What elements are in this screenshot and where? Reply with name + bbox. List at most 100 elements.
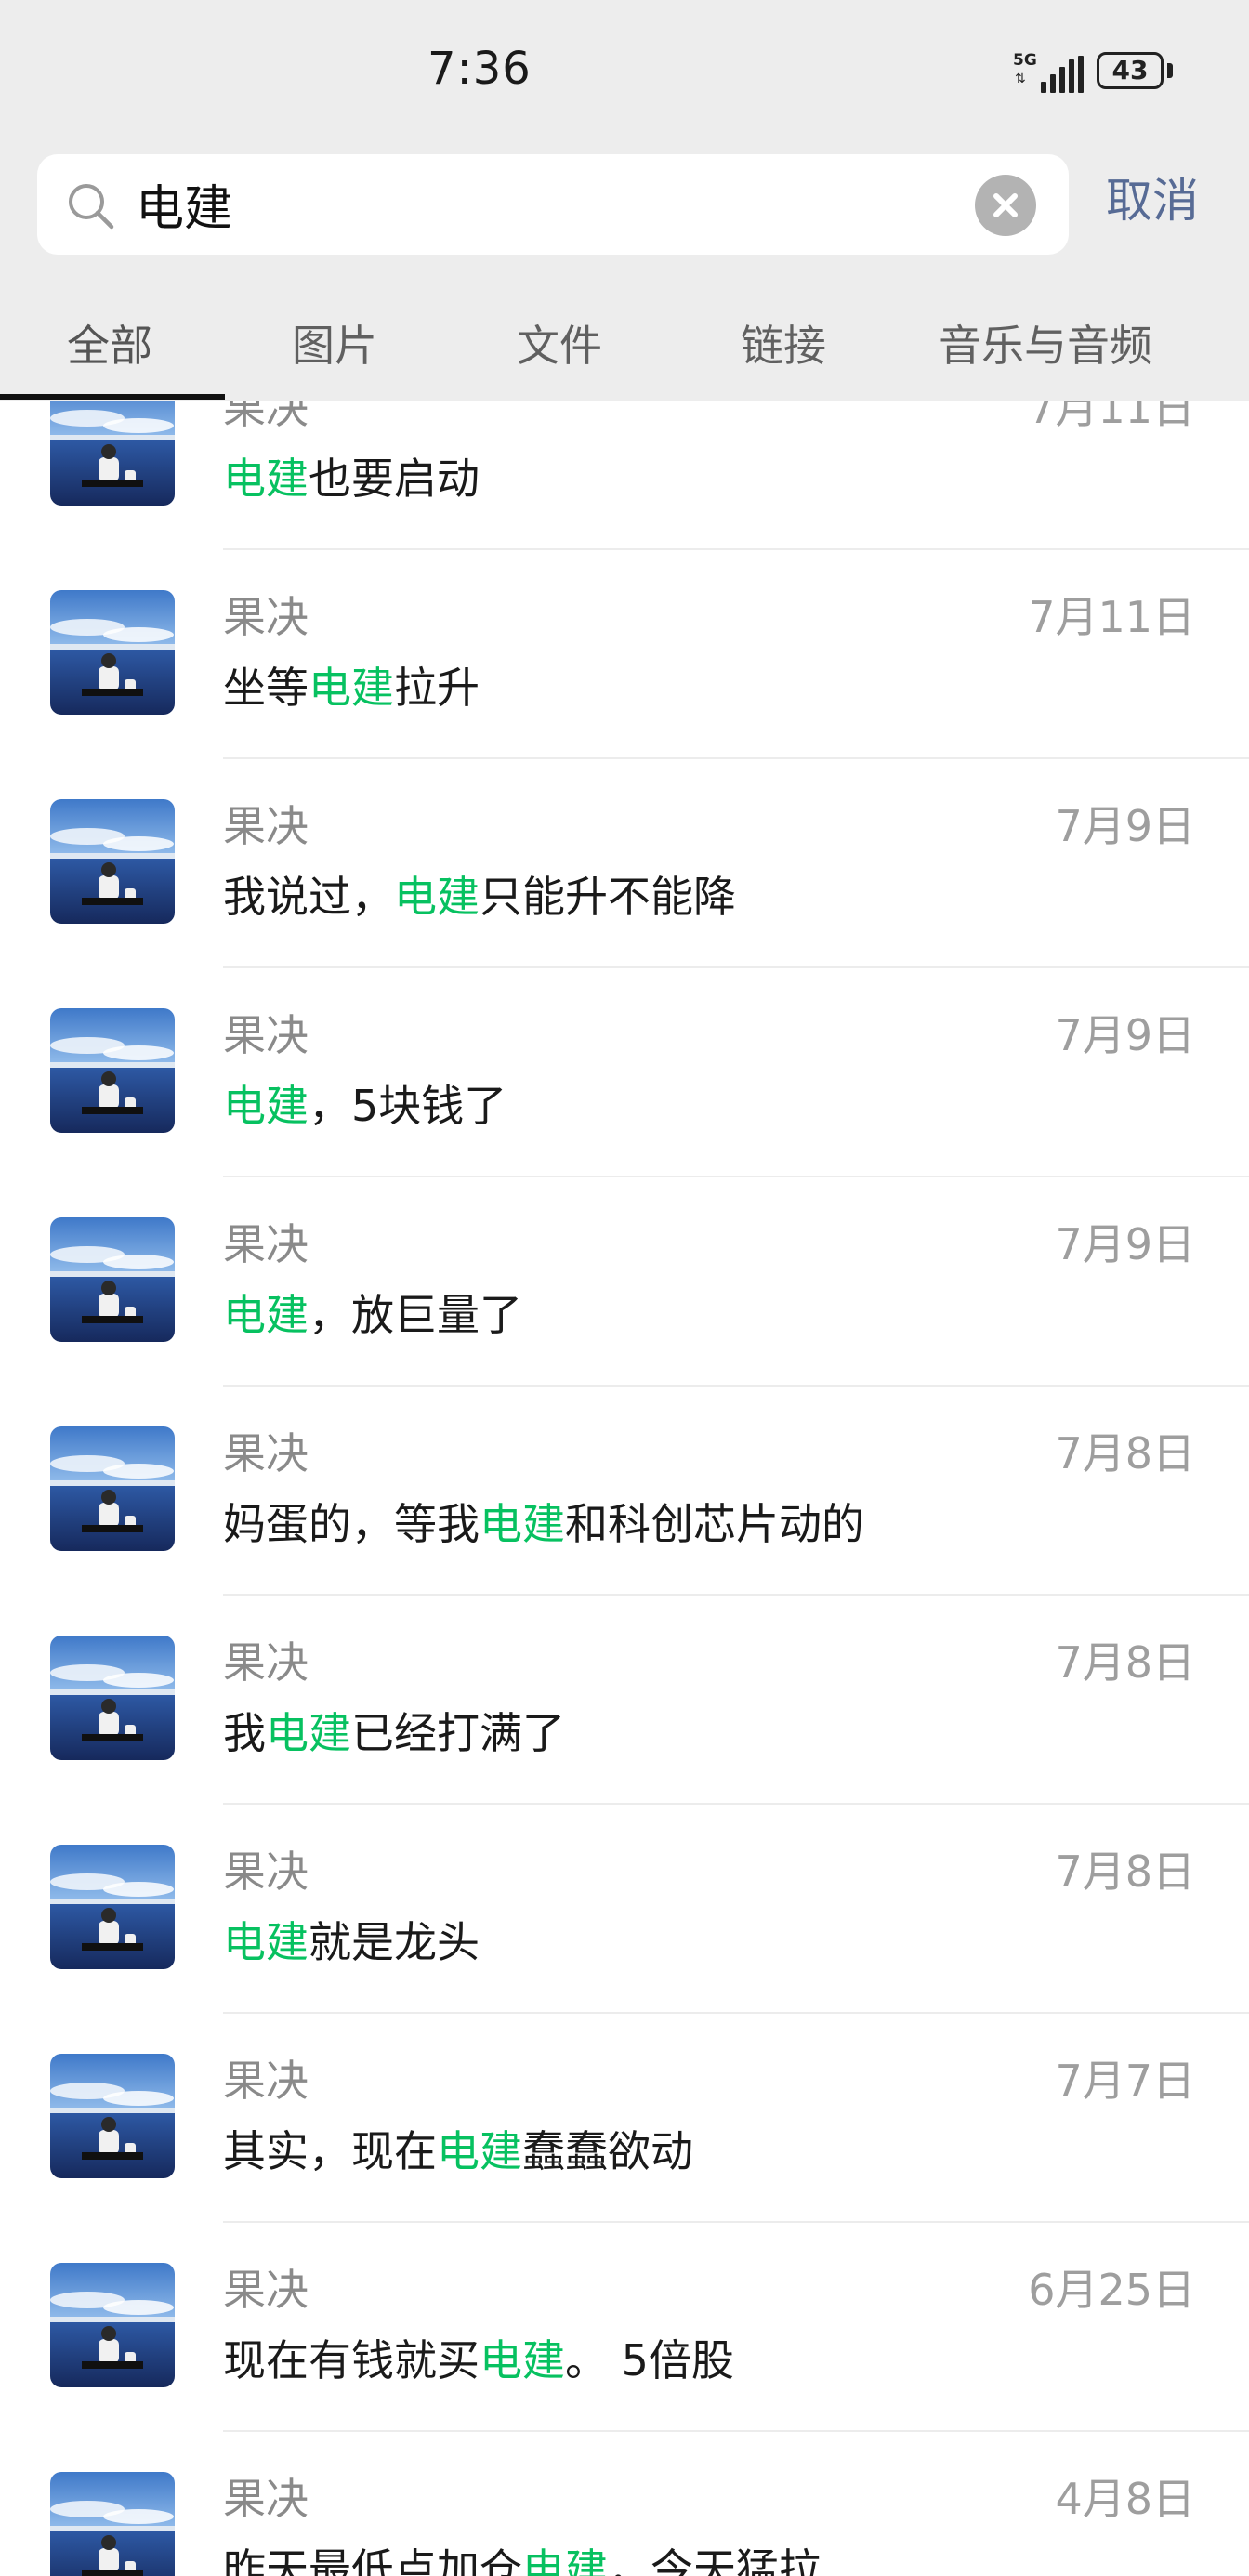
signal-indicator: 5G ⇅ [1013, 52, 1084, 93]
avatar [50, 799, 175, 924]
sender-name: 果决 [223, 1219, 309, 1269]
sender-name: 果决 [223, 2056, 309, 2106]
keyword-highlight: 电建 [266, 1708, 351, 1758]
sender-name: 果决 [223, 801, 309, 851]
result-row[interactable]: 果决 7月9日电建，5块钱了 [0, 968, 1249, 1177]
result-row[interactable]: 果决 7月9日 我说过，电建只能升不能降 [0, 759, 1249, 968]
tab-images[interactable]: 图片 [292, 312, 377, 374]
keyword-highlight: 电建 [394, 872, 480, 922]
tab-links[interactable]: 链接 [741, 312, 826, 374]
avatar [50, 1217, 175, 1342]
data-arrows-icon: ⇅ [1015, 72, 1026, 86]
message-fragment: 我说过， [223, 872, 394, 922]
keyword-highlight: 电建 [223, 1917, 309, 1967]
sender-name: 果决 [223, 1847, 309, 1897]
sender-name: 果决 [223, 2474, 309, 2524]
search-box[interactable] [37, 154, 1069, 255]
result-row[interactable]: 果决 7月8日电建就是龙头 [0, 1805, 1249, 2014]
sender-name: 果决 [223, 1428, 309, 1479]
avatar [50, 1008, 175, 1133]
message-fragment: 坐等 [223, 663, 309, 713]
message-date: 7月9日 [1055, 1219, 1195, 1269]
sender-name: 果决 [223, 2265, 309, 2315]
message-text: 电建也要启动 [223, 451, 480, 506]
message-date: 7月9日 [1055, 1010, 1195, 1060]
keyword-highlight: 电建 [480, 2335, 565, 2385]
message-date: 4月8日 [1055, 2474, 1195, 2524]
keyword-highlight: 电建 [223, 453, 309, 504]
close-icon [993, 193, 1018, 217]
sender-name: 果决 [223, 1637, 309, 1688]
message-fragment: 也要启动 [309, 453, 480, 504]
message-text: 电建，放巨量了 [223, 1287, 522, 1343]
battery-icon: 43 [1097, 52, 1164, 89]
message-text: 电建，5块钱了 [223, 1078, 506, 1134]
message-fragment: 和科创芯片动的 [565, 1499, 864, 1549]
result-row[interactable]: 果决 7月11日 坐等电建拉升 [0, 550, 1249, 759]
avatar [50, 401, 175, 506]
avatar [50, 1636, 175, 1760]
status-bar: 7:36 5G ⇅ 43 [0, 0, 1249, 149]
avatar [50, 590, 175, 715]
message-fragment: 只能升不能降 [480, 872, 736, 922]
message-text: 妈蛋的，等我电建和科创芯片动的 [223, 1496, 864, 1552]
message-date: 7月11日 [1028, 401, 1195, 433]
search-bar: 取消 [0, 149, 1249, 279]
sender-name: 果决 [223, 401, 309, 433]
message-fragment: 我 [223, 1708, 266, 1758]
message-text: 现在有钱就买电建。 5倍股 [223, 2333, 734, 2388]
message-text: 我电建已经打满了 [223, 1705, 565, 1761]
message-date: 7月8日 [1055, 1847, 1195, 1897]
clear-search-button[interactable] [975, 175, 1036, 236]
result-row[interactable]: 果决 7月8日我电建已经打满了 [0, 1596, 1249, 1805]
result-row[interactable]: 果决 7月7日其实，现在电建蠢蠢欲动 [0, 2014, 1249, 2223]
search-results-list: 果决 7月11日 电建也要启动 果决 7月11日 坐等电建拉升 果决 7月9日 … [0, 401, 1249, 2576]
message-text: 我说过，电建只能升不能降 [223, 869, 736, 925]
message-text: 昨天最低点加仓电建，今天猛拉 [223, 2542, 822, 2576]
cancel-button[interactable]: 取消 [1106, 171, 1199, 230]
message-fragment: ，5块钱了 [309, 1081, 507, 1131]
message-fragment: 蠢蠢欲动 [522, 2126, 693, 2176]
message-date: 7月8日 [1055, 1637, 1195, 1688]
message-date: 6月25日 [1028, 2265, 1195, 2315]
message-date: 7月11日 [1028, 592, 1195, 642]
tab-all[interactable]: 全部 [67, 312, 152, 374]
message-date: 7月8日 [1055, 1428, 1195, 1479]
keyword-highlight: 电建 [480, 1499, 565, 1549]
avatar [50, 2263, 175, 2387]
message-fragment: ，今天猛拉 [608, 2544, 822, 2576]
message-text: 其实，现在电建蠢蠢欲动 [223, 2123, 693, 2179]
keyword-highlight: 电建 [223, 1081, 309, 1131]
tab-music-audio[interactable]: 音乐与音频 [939, 312, 1152, 374]
search-input[interactable] [136, 171, 972, 236]
result-row[interactable]: 果决 4月8日昨天最低点加仓电建，今天猛拉 [0, 2432, 1249, 2576]
message-fragment: 已经打满了 [351, 1708, 565, 1758]
message-fragment: 其实，现在 [223, 2126, 437, 2176]
message-fragment: 就是龙头 [309, 1917, 480, 1967]
message-fragment: ，放巨量了 [309, 1290, 522, 1340]
filter-tabs: 全部 图片 文件 链接 音乐与音频 [0, 279, 1249, 401]
message-text: 电建就是龙头 [223, 1914, 480, 1970]
tab-files[interactable]: 文件 [517, 312, 602, 374]
avatar [50, 2054, 175, 2178]
battery-level: 43 [1111, 55, 1149, 85]
battery-tip [1167, 63, 1173, 78]
result-row[interactable]: 果决 7月8日妈蛋的，等我电建和科创芯片动的 [0, 1387, 1249, 1596]
sender-name: 果决 [223, 1010, 309, 1060]
keyword-highlight: 电建 [522, 2544, 608, 2576]
message-text: 坐等电建拉升 [223, 660, 480, 716]
avatar [50, 1426, 175, 1551]
message-fragment: 昨天最低点加仓 [223, 2544, 522, 2576]
avatar [50, 2472, 175, 2576]
message-fragment: 现在有钱就买 [223, 2335, 480, 2385]
search-icon [69, 184, 114, 230]
network-type-label: 5G [1013, 51, 1037, 70]
result-row[interactable]: 果决 6月25日现在有钱就买电建。 5倍股 [0, 2223, 1249, 2432]
result-row[interactable]: 果决 7月11日电建也要启动 [0, 401, 1249, 550]
message-fragment: 拉升 [394, 663, 480, 713]
avatar [50, 1845, 175, 1969]
keyword-highlight: 电建 [309, 663, 394, 713]
signal-bars-icon [1041, 56, 1084, 93]
message-date: 7月7日 [1055, 2056, 1195, 2106]
result-row[interactable]: 果决 7月9日电建，放巨量了 [0, 1177, 1249, 1387]
